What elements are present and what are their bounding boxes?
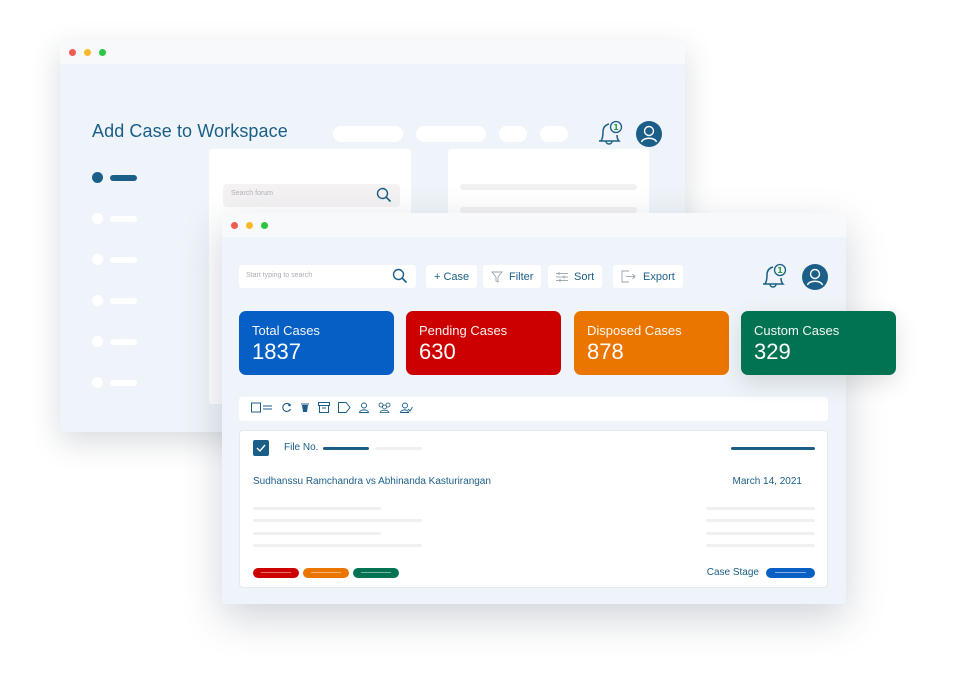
stat-value: 878 [587, 339, 624, 364]
placeholder-line [253, 519, 422, 522]
close-window-button[interactable] [231, 222, 238, 229]
user-icon [806, 268, 824, 286]
refresh-icon[interactable] [281, 402, 292, 413]
notification-bell-icon[interactable]: 1 [761, 263, 787, 291]
sidebar-item-dot[interactable] [92, 377, 103, 388]
sidebar-item[interactable] [110, 297, 137, 304]
add-case-label: + Case [434, 270, 470, 283]
notification-count: 1 [777, 266, 783, 275]
file-number-label: File No. [284, 442, 319, 453]
archive-icon[interactable] [318, 402, 330, 413]
search-icon[interactable] [376, 187, 392, 203]
nav-pill[interactable] [499, 126, 527, 142]
minimize-window-button[interactable] [246, 222, 253, 229]
nav-pill[interactable] [540, 126, 568, 142]
stat-value: 1837 [252, 339, 301, 364]
nav-pill[interactable] [333, 126, 403, 142]
sidebar-item[interactable] [110, 379, 137, 386]
stat-card-total[interactable]: Total Cases 1837 [239, 311, 394, 375]
sidebar-item[interactable] [110, 256, 137, 263]
cases-body: Start typing to search + Case Filter Sor… [222, 237, 846, 604]
export-label: Export [643, 270, 675, 283]
sidebar-item-dot[interactable] [92, 254, 103, 265]
placeholder-line [253, 544, 422, 547]
stat-label: Custom Cases [754, 323, 840, 338]
group-icon[interactable] [377, 402, 392, 413]
cases-window: Start typing to search + Case Filter Sor… [222, 213, 846, 604]
case-checkbox[interactable] [253, 440, 269, 456]
search-icon[interactable] [392, 268, 408, 284]
case-tag[interactable] [353, 568, 399, 578]
notification-bell-icon[interactable]: 1 [597, 120, 623, 148]
export-icon [621, 270, 636, 283]
stat-value: 329 [754, 339, 791, 364]
sidebar-item[interactable] [110, 215, 137, 222]
stat-value: 630 [419, 339, 456, 364]
select-all-icon[interactable] [251, 402, 273, 413]
delete-icon[interactable] [300, 402, 310, 413]
maximize-window-button[interactable] [99, 49, 106, 56]
placeholder-line [731, 447, 815, 450]
sidebar-item-dot[interactable] [92, 213, 103, 224]
add-case-button[interactable]: + Case [426, 265, 478, 288]
user-avatar[interactable] [636, 121, 662, 147]
case-title[interactable]: Sudhanssu Ramchandra vs Abhinanda Kastur… [253, 476, 491, 487]
stat-label: Disposed Cases [587, 323, 682, 338]
case-stage-badge[interactable] [766, 568, 815, 578]
filter-label: Filter [509, 270, 534, 283]
sort-button[interactable]: Sort [548, 265, 603, 288]
forum-search-input[interactable]: Search forum [223, 184, 400, 207]
case-tag[interactable] [253, 568, 299, 578]
filter-button[interactable]: Filter [483, 265, 542, 288]
user-icon[interactable] [359, 402, 369, 413]
placeholder-line [706, 532, 815, 535]
export-button[interactable]: Export [613, 265, 683, 288]
title-bar [222, 213, 846, 237]
page-title: Add Case to Workspace [92, 121, 288, 141]
user-icon [640, 125, 658, 143]
placeholder-line [253, 532, 381, 535]
placeholder-line [706, 544, 815, 547]
sort-icon [556, 271, 568, 282]
case-date: March 14, 2021 [732, 476, 803, 487]
search-placeholder: Start typing to search [246, 272, 313, 279]
user-avatar[interactable] [802, 264, 828, 290]
placeholder-line [376, 447, 422, 450]
stat-label: Pending Cases [419, 323, 508, 338]
sidebar-item-dot[interactable] [92, 295, 103, 306]
close-window-button[interactable] [69, 49, 76, 56]
case-search-input[interactable]: Start typing to search [239, 265, 416, 288]
maximize-window-button[interactable] [261, 222, 268, 229]
sidebar-item[interactable] [110, 174, 137, 181]
sidebar-item-dot[interactable] [92, 172, 103, 183]
stat-label: Total Cases [252, 323, 320, 338]
label-icon[interactable] [338, 402, 351, 413]
placeholder-line [253, 507, 381, 510]
case-tag[interactable] [303, 568, 349, 578]
file-number-value [323, 447, 369, 450]
notification-count: 1 [613, 123, 619, 132]
filter-icon [491, 271, 503, 283]
assign-user-icon[interactable] [400, 402, 413, 413]
placeholder-line [460, 184, 637, 190]
stat-card-custom[interactable]: Custom Cases 329 [741, 311, 896, 375]
minimize-window-button[interactable] [84, 49, 91, 56]
placeholder-line [706, 519, 815, 522]
sidebar-item-dot[interactable] [92, 336, 103, 347]
case-list-item[interactable]: File No. Sudhanssu Ramchandra vs Abhinan… [239, 430, 828, 588]
sort-label: Sort [574, 270, 595, 283]
case-stage-label: Case Stage [706, 567, 759, 578]
placeholder-line [706, 507, 815, 510]
sidebar-item[interactable] [110, 338, 137, 345]
stat-card-disposed[interactable]: Disposed Cases 878 [574, 311, 729, 375]
bulk-action-bar [239, 397, 828, 421]
stat-card-pending[interactable]: Pending Cases 630 [406, 311, 561, 375]
nav-pill[interactable] [416, 126, 486, 142]
checkmark-icon [256, 444, 266, 453]
search-placeholder: Search forum [231, 190, 274, 197]
title-bar [60, 40, 685, 64]
